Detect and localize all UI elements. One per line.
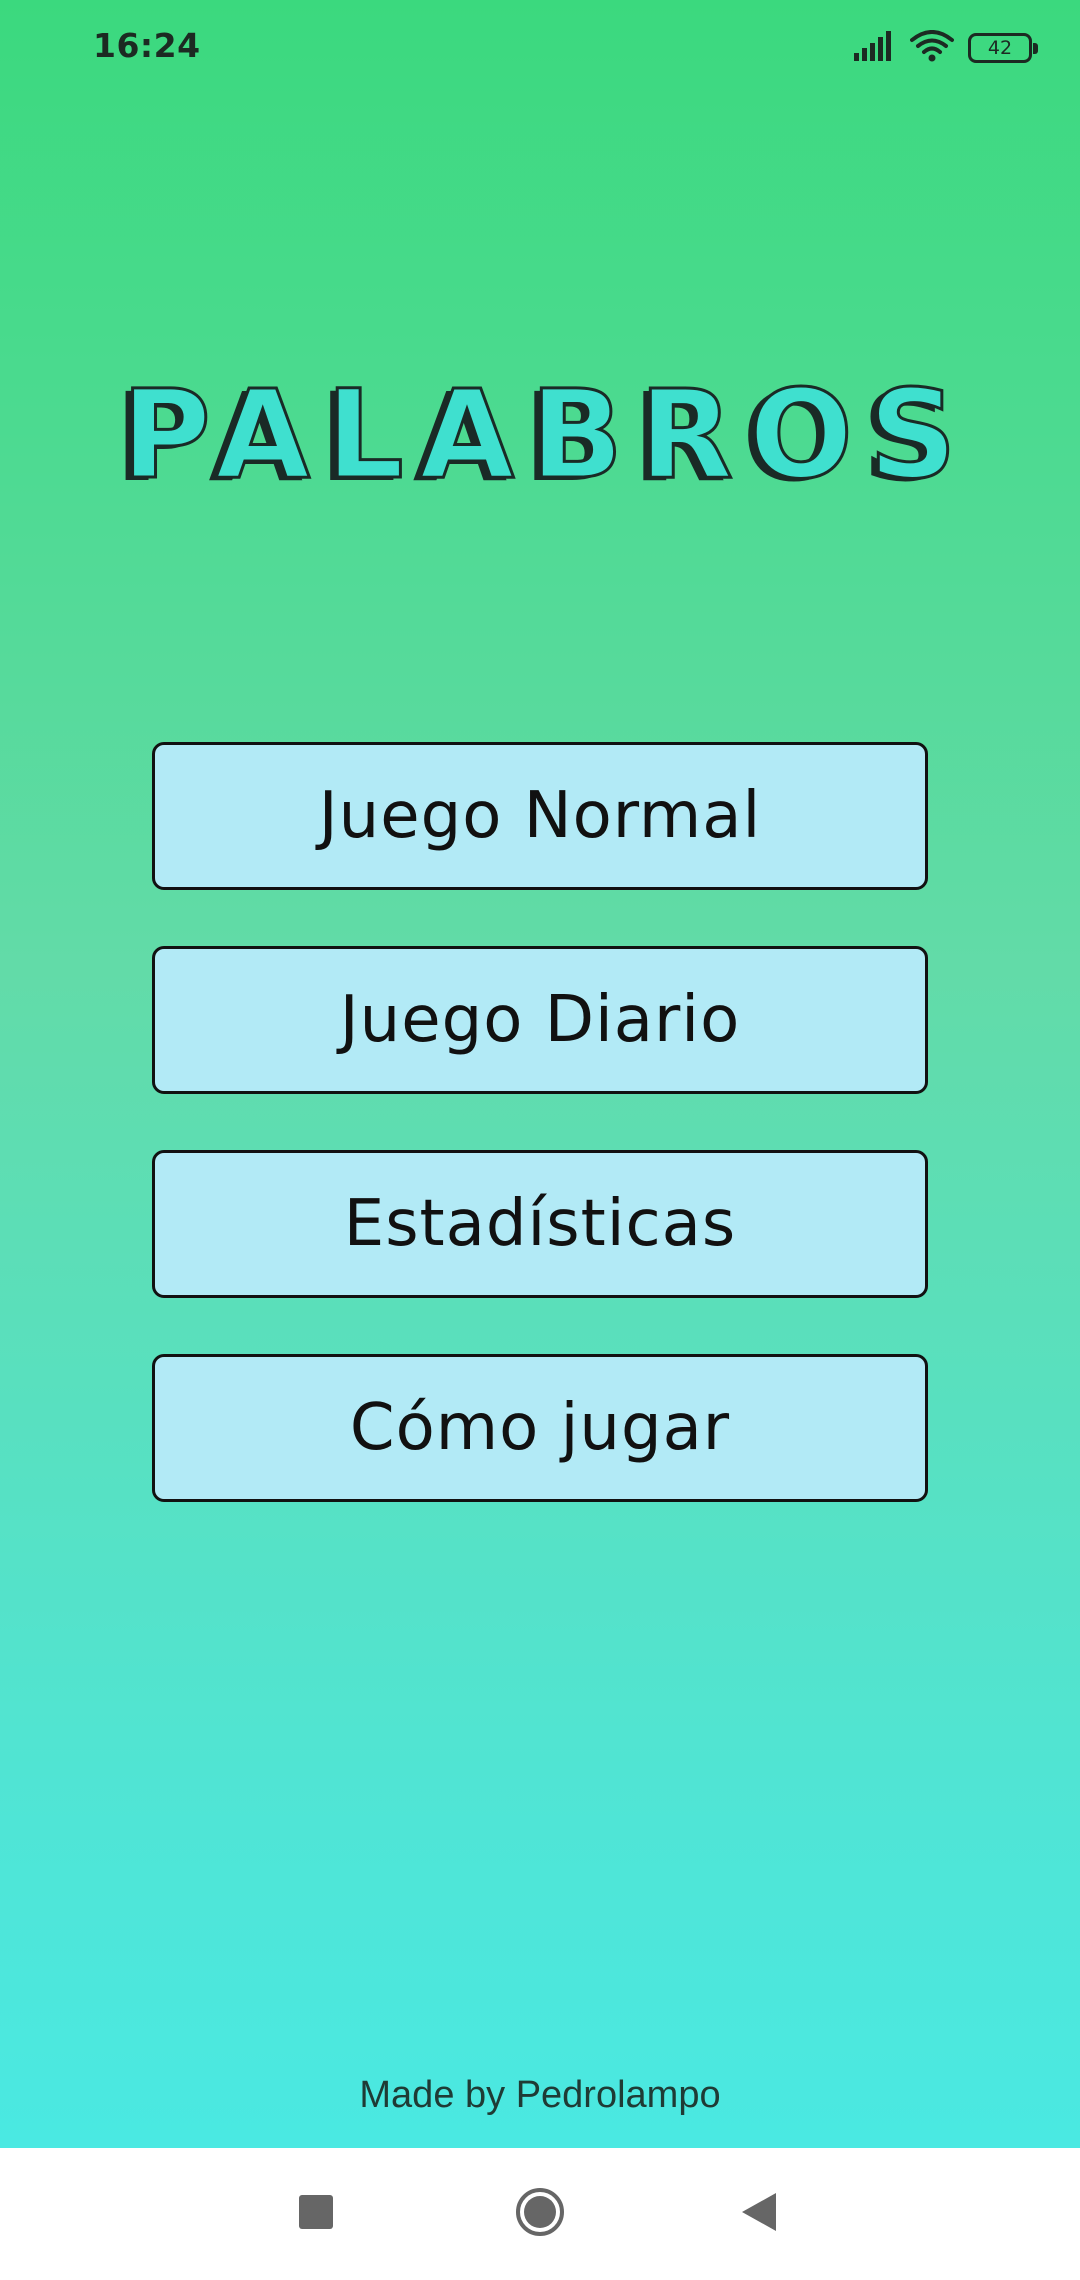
status-icons: 42 bbox=[854, 28, 1038, 68]
daily-game-button[interactable]: Juego Diario bbox=[152, 946, 928, 1094]
navigation-bar bbox=[0, 2148, 1080, 2280]
app-title: PALABROS PALABROS bbox=[0, 380, 1080, 510]
signal-icon bbox=[854, 31, 896, 65]
battery-icon: 42 bbox=[968, 33, 1038, 63]
app-screen: 16:24 42 PALABROS PALABROS Juego Normal … bbox=[0, 0, 1080, 2148]
home-button[interactable] bbox=[480, 2148, 600, 2280]
footer-credit: Made by Pedrolampo bbox=[359, 2074, 721, 2116]
back-button[interactable] bbox=[700, 2148, 820, 2280]
main-menu: Juego Normal Juego Diario Estadísticas C… bbox=[152, 742, 928, 1502]
normal-game-button[interactable]: Juego Normal bbox=[152, 742, 928, 890]
home-icon bbox=[514, 2186, 566, 2242]
recents-icon bbox=[298, 2194, 334, 2234]
statistics-button[interactable]: Estadísticas bbox=[152, 1150, 928, 1298]
status-bar: 16:24 42 bbox=[0, 0, 1080, 96]
back-icon bbox=[742, 2193, 778, 2235]
recents-button[interactable] bbox=[256, 2148, 376, 2280]
wifi-icon bbox=[910, 30, 954, 66]
title-text: PALABROS bbox=[121, 380, 972, 506]
status-time: 16:24 bbox=[93, 26, 201, 65]
how-to-play-button[interactable]: Cómo jugar bbox=[152, 1354, 928, 1502]
